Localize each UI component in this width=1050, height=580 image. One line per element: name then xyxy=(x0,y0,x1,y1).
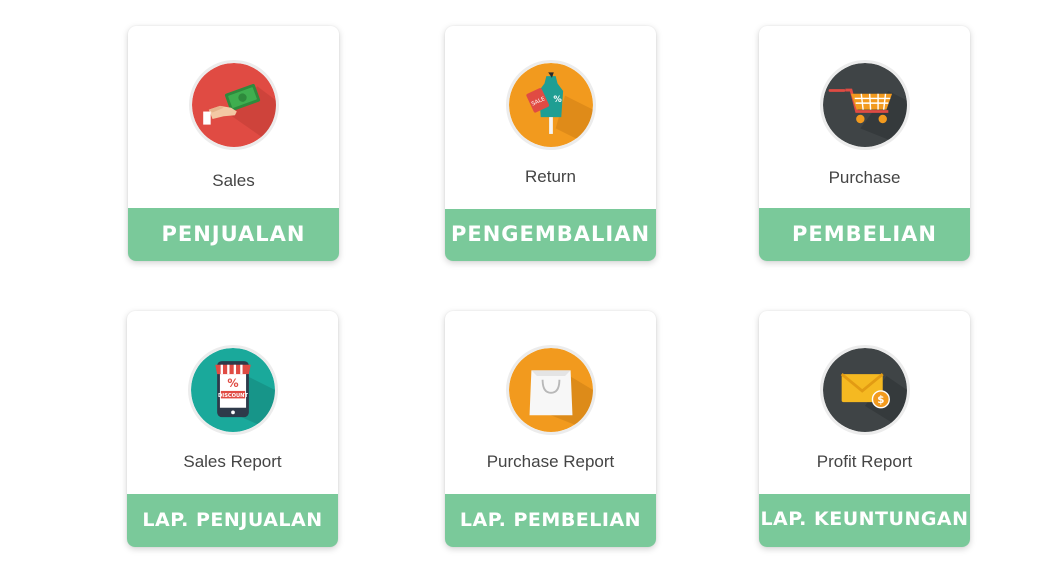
purchase-report-card[interactable]: Purchase Report LAP. PEMBELIAN xyxy=(445,311,656,547)
pengembalian-button[interactable]: PENGEMBALIAN xyxy=(445,209,656,261)
lap-penjualan-button[interactable]: LAP. PENJUALAN xyxy=(127,494,338,547)
card-caption: Return xyxy=(524,167,577,186)
card-caption: Sales xyxy=(212,171,255,190)
discount-phone-icon: % DISCOUNT xyxy=(187,345,278,435)
dollar-text: $ xyxy=(877,394,884,406)
card-caption: Purchase xyxy=(828,168,901,187)
sale-dress-icon: SALE % xyxy=(505,60,596,150)
return-card[interactable]: SALE % Return PENGEMBALIAN xyxy=(445,26,656,261)
lap-pembelian-button[interactable]: LAP. PEMBELIAN xyxy=(445,494,656,547)
discount-text: DISCOUNT xyxy=(218,393,248,399)
percent-text: % xyxy=(553,94,562,104)
shopping-cart-icon xyxy=(819,60,910,150)
sales-card[interactable]: Sales PENJUALAN xyxy=(128,26,339,261)
penjualan-button[interactable]: PENJUALAN xyxy=(128,208,339,261)
sales-report-card[interactable]: % DISCOUNT Sales Report LAP. PENJUALAN xyxy=(127,311,338,547)
pembelian-button[interactable]: PEMBELIAN xyxy=(759,208,970,261)
card-caption: Purchase Report xyxy=(486,452,615,471)
money-hand-icon xyxy=(188,60,279,150)
shopping-bag-icon xyxy=(505,345,596,435)
percent-text: % xyxy=(227,377,238,390)
purchase-card[interactable]: Purchase PEMBELIAN xyxy=(759,26,970,261)
card-caption: Sales Report xyxy=(183,452,282,471)
card-caption: Profit Report xyxy=(816,452,913,471)
lap-keuntungan-button[interactable]: LAP. KEUNTUNGAN xyxy=(759,494,970,547)
envelope-coin-icon: $ xyxy=(819,345,910,435)
profit-report-card[interactable]: $ Profit Report LAP. KEUNTUNGAN xyxy=(759,311,970,547)
